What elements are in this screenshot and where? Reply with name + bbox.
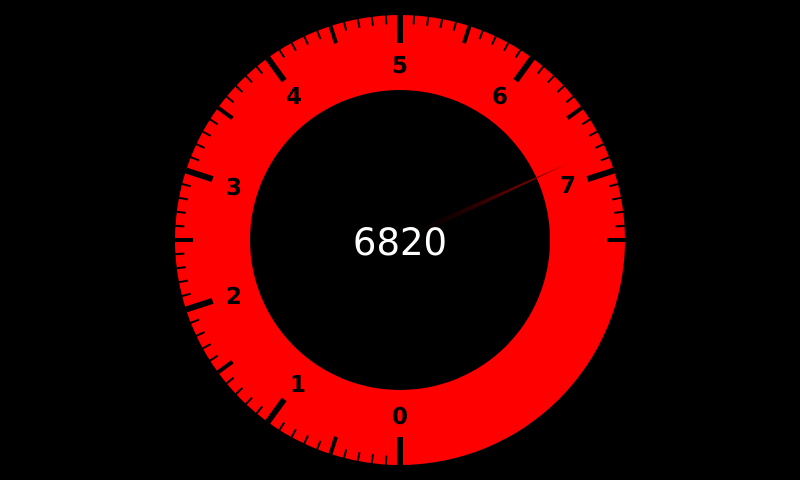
- minor-tick: [370, 454, 374, 464]
- minor-tick: [370, 16, 374, 26]
- minor-tick: [412, 15, 416, 25]
- tachometer-gauge: 0 1 2 3 4 5 6 7 6820: [175, 15, 625, 465]
- minor-tick: [426, 16, 430, 26]
- minor-tick: [175, 224, 185, 228]
- scale-label-1: 1: [290, 372, 306, 398]
- rpm-readout: 6820: [353, 221, 447, 264]
- scale-label-6: 6: [492, 84, 508, 110]
- minor-tick: [614, 210, 624, 214]
- minor-tick: [615, 224, 625, 228]
- tachometer-screen: 0 1 2 3 4 5 6 7 6820: [0, 0, 800, 480]
- minor-tick: [176, 266, 186, 270]
- scale-label-2: 2: [226, 284, 242, 310]
- scale-label-4: 4: [286, 84, 302, 110]
- scale-label-3: 3: [226, 175, 242, 201]
- minor-tick: [176, 210, 186, 214]
- scale-label-5: 5: [392, 53, 408, 79]
- minor-tick: [384, 455, 388, 465]
- scale-label-7: 7: [560, 173, 576, 199]
- scale-label-0: 0: [392, 404, 408, 430]
- minor-tick: [384, 15, 388, 25]
- minor-tick: [175, 252, 185, 256]
